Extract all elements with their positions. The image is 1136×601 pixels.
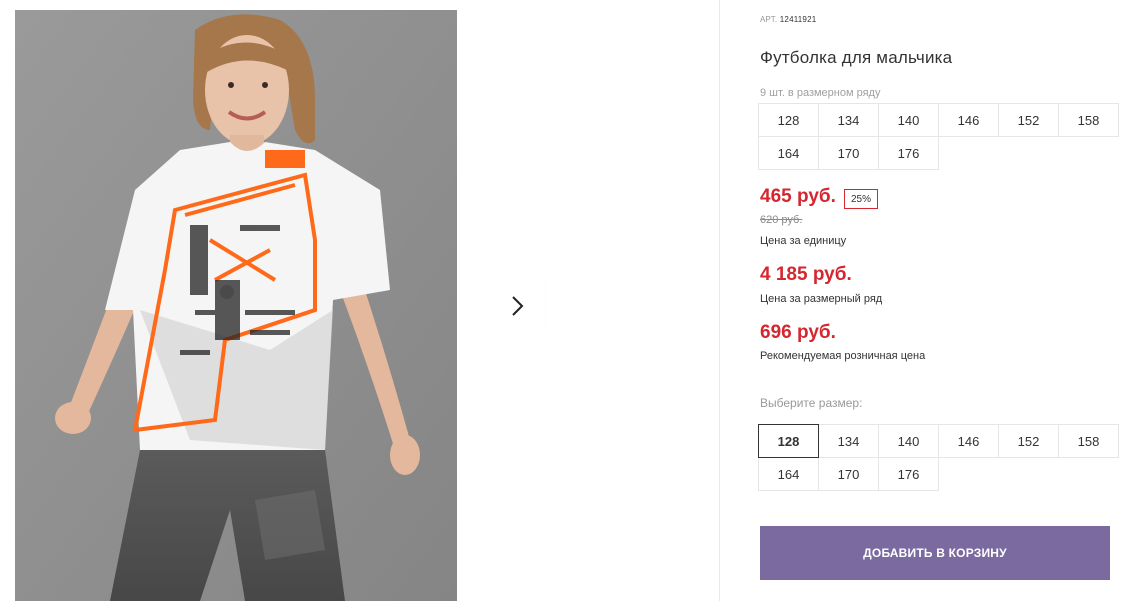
pack-size-cell: 146 [938,103,999,137]
pack-size-cell: 170 [818,136,879,170]
size-option-158[interactable]: 158 [1058,424,1119,458]
pack-size-cell: 158 [1058,103,1119,137]
pack-size-cell: 134 [818,103,879,137]
pack-price-label: Цена за размерный ряд [760,293,883,305]
unit-price-label: Цена за единицу [760,235,847,247]
size-option-164[interactable]: 164 [758,457,819,491]
article-number: АРТ. 12411921 [760,15,816,24]
retail-price: 696 руб. [760,322,836,343]
article-value: 12411921 [779,15,817,24]
product-title: Футболка для мальчика [760,48,953,67]
size-option-134[interactable]: 134 [818,424,879,458]
pack-size-cell: 176 [878,136,939,170]
size-option-128[interactable]: 128 [758,424,819,458]
size-option-146[interactable]: 146 [938,424,999,458]
model-illustration [15,10,457,601]
pack-count-label: 9 шт. в размерном ряду [760,87,881,99]
chevron-right-icon [512,295,524,316]
size-select-grid: 128 134 140 146 152 158 164 170 176 [758,424,1119,491]
product-photo[interactable] [15,10,457,601]
gallery-next-button[interactable] [491,279,545,332]
size-option-176[interactable]: 176 [878,457,939,491]
pack-size-cell: 140 [878,103,939,137]
add-to-cart-button[interactable]: ДОБАВИТЬ В КОРЗИНУ [760,526,1110,580]
product-gallery [0,0,720,601]
size-select-label: Выберите размер: [760,396,863,410]
pack-price: 4 185 руб. [760,264,852,285]
unit-price: 465 руб. [760,186,836,207]
article-label: АРТ. [760,15,778,24]
pack-size-cell: 164 [758,136,819,170]
pack-size-cell: 128 [758,103,819,137]
size-option-152[interactable]: 152 [998,424,1059,458]
retail-price-label: Рекомендуемая розничная цена [760,350,926,362]
discount-badge: 25% [844,189,878,209]
old-price: 620 руб. [760,214,803,226]
size-option-140[interactable]: 140 [878,424,939,458]
size-option-170[interactable]: 170 [818,457,879,491]
pack-sizes-grid: 128 134 140 146 152 158 164 170 176 [758,103,1119,170]
pack-size-cell: 152 [998,103,1059,137]
